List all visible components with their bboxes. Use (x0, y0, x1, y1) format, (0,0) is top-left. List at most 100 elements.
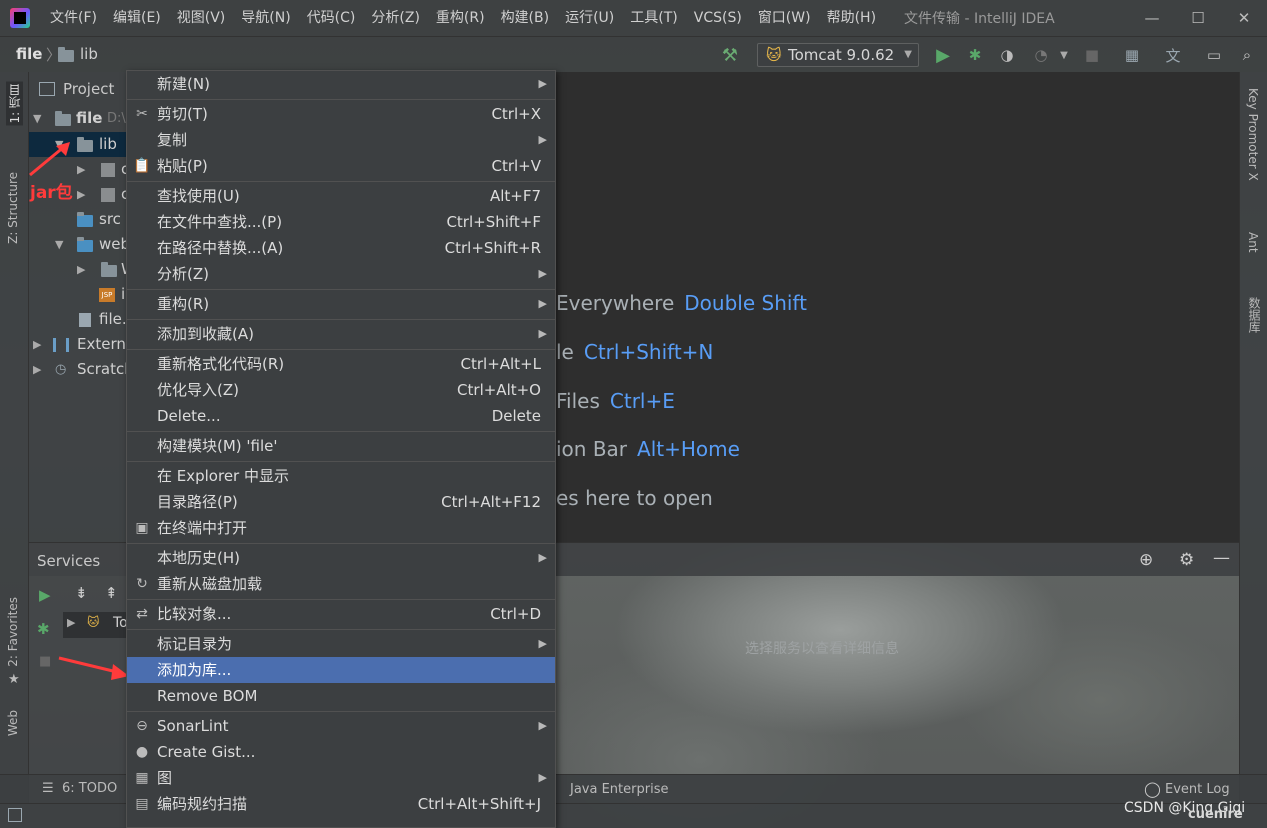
breadcrumb-root[interactable]: file (16, 45, 42, 63)
context-menu-item[interactable]: 在 Explorer 中显示 (127, 463, 555, 489)
context-menu-item[interactable]: 在文件中查找...(P) Ctrl+Shift+F (127, 209, 555, 235)
maximize-button[interactable]: ☐ (1175, 0, 1221, 36)
context-menu-item[interactable]: 📋 粘贴(P) Ctrl+V (127, 153, 555, 179)
context-menu-item[interactable]: 复制 ▶ (127, 127, 555, 153)
tab-ant[interactable]: Ant (1246, 232, 1260, 253)
translate-icon[interactable]: 文 (1163, 45, 1183, 65)
terminal-window-icon[interactable]: ▭ (1204, 45, 1224, 65)
menu-refactor[interactable]: 重构(R) (428, 0, 493, 36)
menu-help[interactable]: 帮助(H) (819, 0, 884, 36)
context-menu-item[interactable]: ▣ 在终端中打开 (127, 515, 555, 541)
gear-icon[interactable]: ⚙ (1179, 550, 1194, 570)
context-menu-item[interactable]: ⇄ 比较对象... Ctrl+D (127, 601, 555, 627)
toggle-tool-windows-icon[interactable] (8, 808, 22, 822)
build-hammer-icon[interactable]: ⚒ (720, 45, 740, 66)
minimize-button[interactable]: — (1129, 0, 1175, 36)
expand-all-icon[interactable]: ⇟ (75, 584, 88, 602)
menu-navigate[interactable]: 导航(N) (233, 0, 298, 36)
menu-item-label: 重构(R) (157, 295, 210, 313)
tab-structure[interactable]: Z: Structure (6, 172, 20, 244)
context-menu-item[interactable]: 本地历史(H) ▶ (127, 545, 555, 571)
context-menu-item[interactable]: 在路径中替换...(A) Ctrl+Shift+R (127, 235, 555, 261)
hint-search-everywhere: Everywhere Double Shift (556, 291, 807, 315)
stop-icon[interactable]: ■ (1082, 45, 1102, 65)
submenu-arrow-icon: ▶ (538, 327, 547, 340)
menu-item-icon: ⇄ (136, 606, 148, 622)
hint-drop-files: es here to open (556, 486, 713, 510)
menu-view[interactable]: 视图(V) (169, 0, 234, 36)
tab-key-promoter[interactable]: Key Promoter X (1246, 88, 1260, 181)
menu-item-label: 编码规约扫描 (157, 795, 248, 813)
menu-file[interactable]: 文件(F) (42, 0, 105, 36)
services-run-icon[interactable]: ▶ (39, 586, 51, 604)
submenu-arrow-icon: ▶ (538, 771, 547, 784)
menu-item-label: 在文件中查找...(P) (157, 213, 283, 231)
menu-build[interactable]: 构建(B) (493, 0, 558, 36)
coverage-icon[interactable]: ◑ (997, 45, 1017, 65)
profile-dropdown-icon[interactable]: ▼ (1054, 45, 1074, 65)
tree-item-scratches[interactable]: ▶ ◷ Scratch (29, 357, 134, 382)
services-debug-icon[interactable]: ✱ (37, 620, 50, 638)
context-menu-item[interactable]: 重新格式化代码(R) Ctrl+Alt+L (127, 351, 555, 377)
context-menu-item[interactable]: 查找使用(U) Alt+F7 (127, 183, 555, 209)
collapse-all-icon[interactable]: ⇞ (105, 584, 118, 602)
context-menu-item[interactable]: 优化导入(Z) Ctrl+Alt+O (127, 377, 555, 403)
close-button[interactable]: ✕ (1221, 0, 1267, 36)
tab-favorites[interactable]: 2: Favorites (6, 597, 20, 667)
tab-todo[interactable]: 6: TODO (62, 781, 117, 796)
tree-item-web-inf[interactable]: ▶ W (29, 257, 136, 282)
menu-item-shortcut: Ctrl+Shift+R (444, 239, 541, 257)
hide-panel-icon[interactable]: — (1213, 548, 1230, 568)
tree-item-src[interactable]: src (29, 207, 127, 232)
context-menu-item[interactable]: 目录路径(P) Ctrl+Alt+F12 (127, 489, 555, 515)
context-menu-item[interactable]: 标记目录为 ▶ (127, 631, 555, 657)
project-structure-icon[interactable]: ▦ (1122, 45, 1142, 65)
run-icon[interactable]: ▶ (933, 45, 953, 66)
context-menu-item[interactable]: ⊖ SonarLint ▶ (127, 713, 555, 739)
tree-item-root[interactable]: ▼ file D:\ (29, 106, 127, 131)
chevron-down-icon: ▼ (904, 49, 912, 60)
context-menu-item[interactable]: 重构(R) ▶ (127, 291, 555, 317)
menu-tools[interactable]: 工具(T) (622, 0, 685, 36)
debug-icon[interactable]: ✱ (965, 45, 985, 65)
context-menu-item[interactable]: 添加为库... (127, 657, 555, 683)
menu-item-label: 查找使用(U) (157, 187, 240, 205)
context-menu-item[interactable]: 分析(Z) ▶ (127, 261, 555, 287)
context-menu-item[interactable]: 添加到收藏(A) ▶ (127, 321, 555, 347)
services-stop-icon[interactable]: ■ (39, 654, 51, 669)
submenu-arrow-icon: ▶ (538, 637, 547, 650)
context-menu-item[interactable]: Remove BOM (127, 683, 555, 709)
menu-code[interactable]: 代码(C) (299, 0, 364, 36)
tab-web[interactable]: Web (6, 710, 20, 736)
menu-window[interactable]: 窗口(W) (750, 0, 819, 36)
menu-run[interactable]: 运行(U) (557, 0, 622, 36)
context-menu-item[interactable]: ▦ 图 ▶ (127, 765, 555, 791)
target-icon[interactable]: ⊕ (1139, 550, 1153, 570)
menu-vcs[interactable]: VCS(S) (686, 0, 750, 36)
tree-item-web[interactable]: ▼ web (29, 232, 130, 257)
tab-project[interactable]: 1: 项目 (6, 82, 23, 126)
menu-analyze[interactable]: 分析(Z) (363, 0, 428, 36)
context-menu-item[interactable]: Delete... Delete (127, 403, 555, 429)
tab-event-log[interactable]: Event Log (1165, 782, 1230, 797)
context-menu-item[interactable]: 构建模块(M) 'file' (127, 433, 555, 459)
context-menu-item[interactable]: ✂ 剪切(T) Ctrl+X (127, 101, 555, 127)
breadcrumb-folder[interactable]: lib (80, 45, 98, 63)
tree-item-iml[interactable]: file. (29, 307, 127, 332)
context-menu-item[interactable]: 新建(N) ▶ (127, 71, 555, 97)
tree-item-external-libraries[interactable]: ▶ Externa (29, 332, 135, 357)
context-menu-item[interactable]: ↻ 重新从磁盘加载 (127, 571, 555, 597)
run-config-selector[interactable]: 🐱 Tomcat 9.0.62 ▼ (757, 43, 919, 67)
menu-item-shortcut: Ctrl+Shift+F (446, 213, 541, 231)
profile-icon[interactable]: ◔ (1031, 45, 1051, 65)
tree-item-jsp[interactable]: JSP i (29, 282, 127, 307)
menu-edit[interactable]: 编辑(E) (105, 0, 169, 36)
tab-java-enterprise[interactable]: Java Enterprise (570, 782, 668, 797)
search-icon[interactable]: ⌕ (1237, 45, 1257, 65)
annotation-label-jar: jar包 (30, 183, 73, 203)
services-title: Services (37, 552, 101, 570)
tab-database[interactable]: 数据库 (1246, 297, 1263, 333)
context-menu-item[interactable]: ● Create Gist... (127, 739, 555, 765)
context-menu-item[interactable]: ▤ 编码规约扫描 Ctrl+Alt+Shift+J (127, 791, 555, 817)
services-tomcat-node[interactable]: ▶ 🐱 To (63, 612, 128, 638)
